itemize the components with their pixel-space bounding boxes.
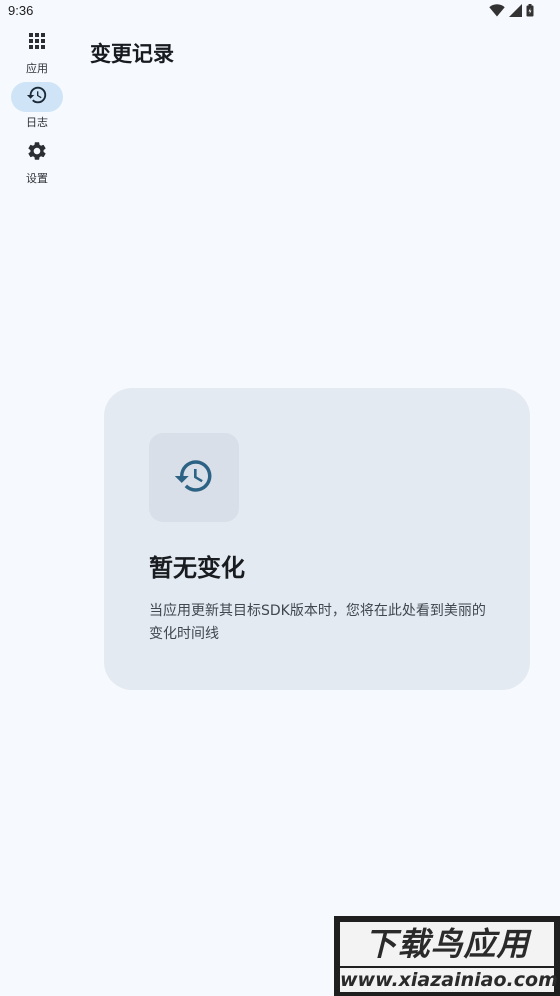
nav-item-label: 应用 <box>26 62 48 75</box>
status-bar: 9:36 <box>0 0 560 24</box>
nav-pill <box>11 138 63 168</box>
nav-item-log[interactable]: 日志 <box>0 82 74 136</box>
apps-grid-icon <box>28 32 46 54</box>
history-icon <box>26 84 48 110</box>
watermark-main-text: 下载鸟应用 <box>340 922 554 966</box>
nav-item-settings[interactable]: 设置 <box>0 138 74 192</box>
empty-state-icon-box <box>149 433 239 522</box>
status-icons <box>489 4 534 17</box>
empty-state-description: 当应用更新其目标SDK版本时，您将在此处看到美丽的变化时间线 <box>149 603 486 642</box>
watermark-url-text: www.xiazainiao.com <box>340 968 558 992</box>
nav-item-label: 设置 <box>26 172 48 185</box>
status-time: 9:36 <box>8 3 34 18</box>
battery-icon <box>526 4 534 17</box>
history-icon <box>173 455 215 501</box>
watermark-logo: 下载鸟应用 www.xiazainiao.com <box>334 916 560 996</box>
signal-icon <box>509 4 522 17</box>
empty-state-title: 暂无变化 <box>149 554 245 582</box>
nav-item-label: 日志 <box>26 116 48 129</box>
wifi-icon <box>489 4 505 17</box>
nav-pill-active <box>11 82 63 112</box>
empty-state-card: 暂无变化 当应用更新其目标SDK版本时，您将在此处看到美丽的变化时间线 <box>104 388 530 690</box>
gear-icon <box>26 140 48 166</box>
page-title: 变更记录 <box>90 42 174 66</box>
nav-item-apps[interactable]: 应用 <box>0 28 74 82</box>
nav-pill <box>11 28 63 58</box>
